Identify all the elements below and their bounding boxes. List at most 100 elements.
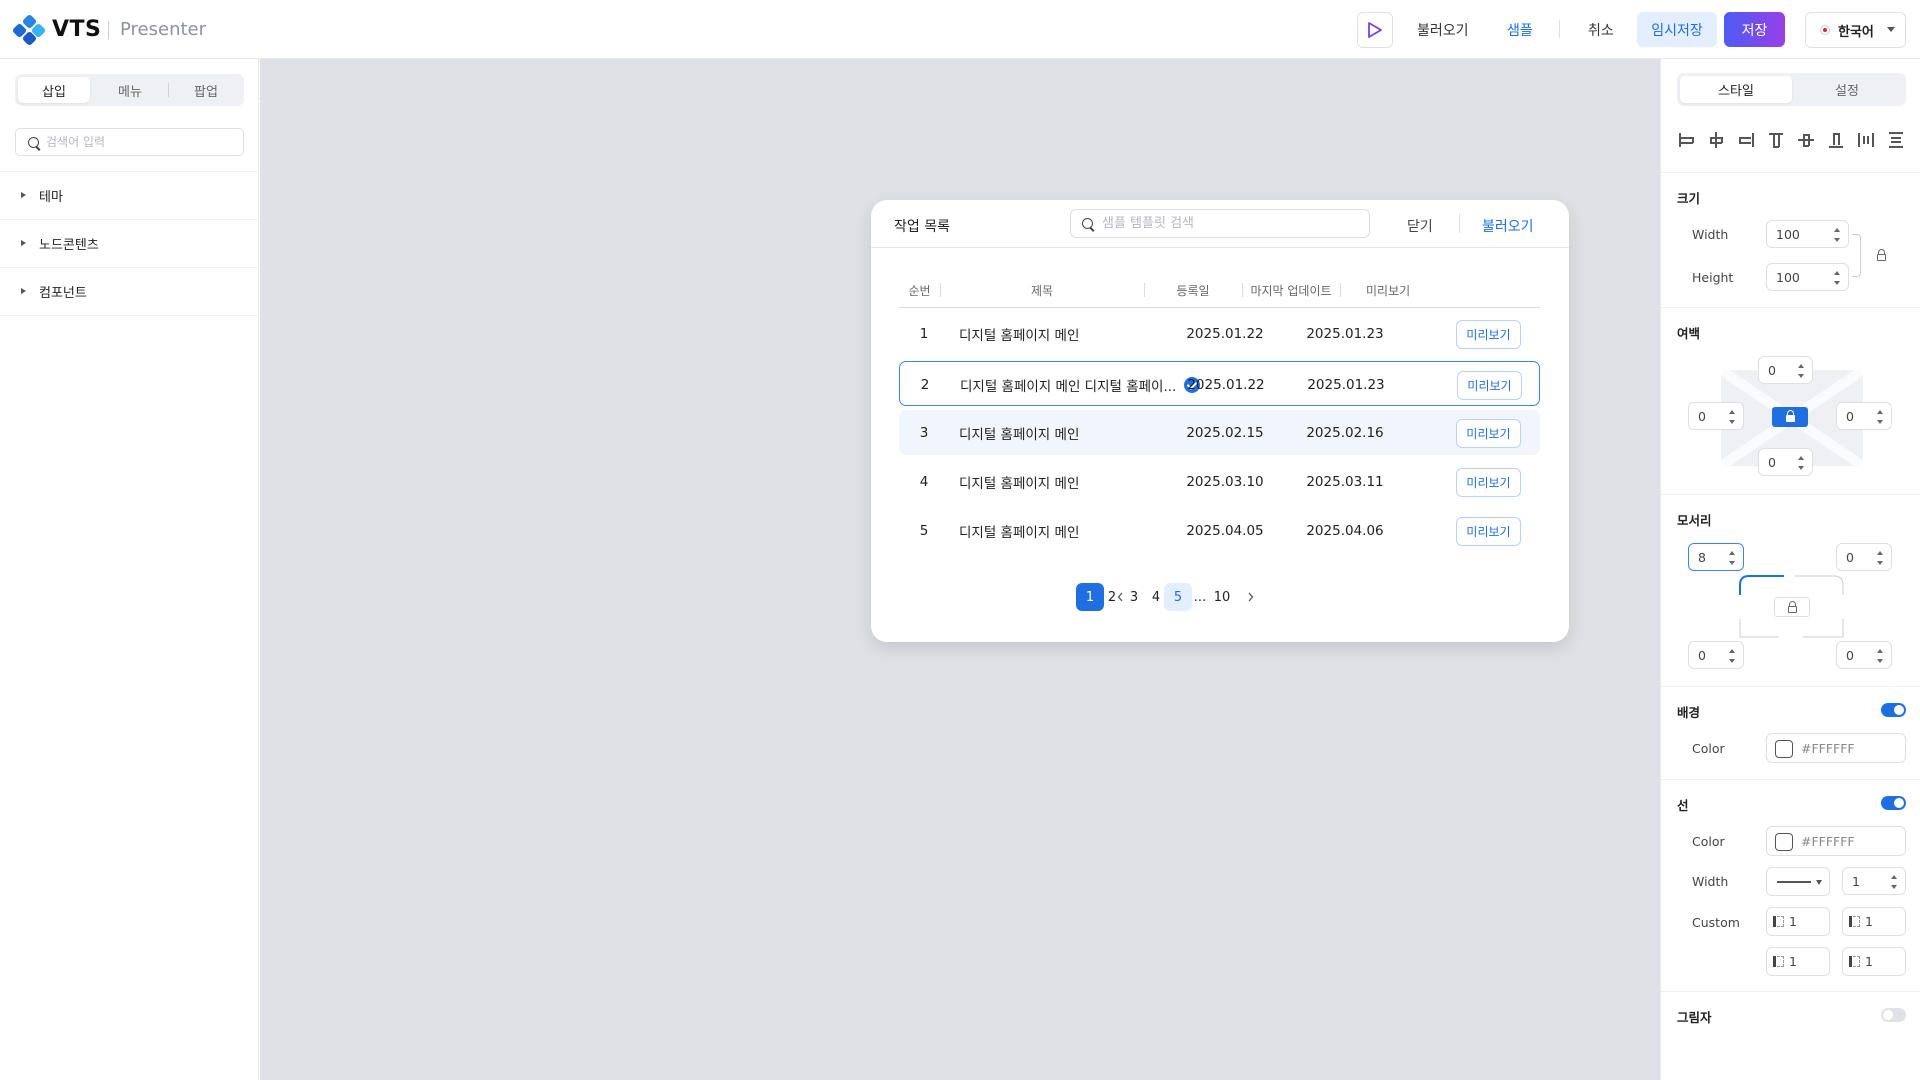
tree-item-component[interactable]: 컴포넌트 — [0, 268, 259, 315]
color-swatch[interactable] — [1775, 740, 1793, 758]
margin-top-value: 0 — [1768, 362, 1776, 378]
search-icon — [28, 137, 39, 148]
tree-item-label: 테마 — [39, 190, 63, 205]
width-input[interactable]: 100 — [1766, 220, 1849, 248]
table-row[interactable]: 1 디지털 홈페이지 메인 2025.01.22 2025.01.23 미리보기 — [899, 311, 1540, 356]
corner-top-left-input[interactable]: 8 — [1688, 543, 1744, 571]
stepper-icon[interactable] — [1877, 649, 1884, 663]
border-toggle[interactable] — [1881, 796, 1906, 810]
stepper-icon[interactable] — [1798, 364, 1805, 378]
table-row[interactable]: 5 디지털 홈페이지 메인 2025.04.05 2025.04.06 미리보기 — [899, 508, 1540, 553]
corner-bottom-left-input[interactable]: 0 — [1688, 641, 1744, 669]
stepper-icon[interactable] — [1729, 649, 1736, 663]
row-title: 디지털 홈페이지 메인 디지털 홈페이... — [960, 378, 1177, 395]
align-top-icon[interactable] — [1767, 131, 1785, 149]
distribute-horizontal-icon[interactable] — [1857, 131, 1875, 149]
preview-button[interactable]: 미리보기 — [1456, 517, 1521, 546]
margin-top-input[interactable]: 0 — [1758, 356, 1813, 384]
section-divider — [1661, 991, 1920, 992]
sample-link[interactable]: 샘플 — [1507, 20, 1533, 40]
play-preview-button[interactable] — [1357, 12, 1393, 48]
unlock-icon[interactable] — [1877, 249, 1886, 261]
modal-load-link[interactable]: 불러오기 — [1482, 216, 1534, 236]
stepper-icon[interactable] — [1891, 875, 1898, 889]
left-tab-group: 삽입 메뉴 팝업 — [15, 74, 244, 106]
temp-save-button[interactable]: 임시저장 — [1637, 12, 1717, 47]
preview-button[interactable]: 미리보기 — [1456, 419, 1521, 448]
border-right-input[interactable]: 1 — [1766, 947, 1830, 976]
table-row-selected[interactable]: 2 디지털 홈페이지 메인 디지털 홈페이... 2025.01.22 2025… — [899, 361, 1540, 406]
next-page-button[interactable] — [1236, 583, 1264, 611]
left-search-box — [15, 128, 244, 156]
load-link[interactable]: 불러오기 — [1417, 20, 1469, 40]
stepper-icon[interactable] — [1798, 456, 1805, 470]
corner-lock-button[interactable] — [1774, 597, 1810, 617]
background-color-field[interactable]: #FFFFFF — [1766, 733, 1906, 763]
border-width-input[interactable]: 1 — [1842, 867, 1906, 895]
page-button[interactable]: 10 — [1208, 583, 1236, 611]
border-section-title: 선 — [1677, 798, 1689, 813]
stepper-icon[interactable] — [1877, 551, 1884, 565]
modal-close-link[interactable]: 닫기 — [1407, 216, 1433, 236]
cancel-link[interactable]: 취소 — [1588, 20, 1614, 40]
tab-menu[interactable]: 메뉴 — [94, 77, 166, 103]
color-swatch[interactable] — [1775, 833, 1793, 851]
background-toggle[interactable] — [1881, 703, 1906, 717]
row-number: 1 — [919, 325, 929, 342]
corner-top-right-input[interactable]: 0 — [1836, 543, 1892, 571]
align-bottom-icon[interactable] — [1827, 131, 1845, 149]
corner-bottom-right-input[interactable]: 0 — [1836, 641, 1892, 669]
play-icon — [1368, 22, 1382, 38]
border-left-icon — [1773, 916, 1784, 927]
align-left-icon[interactable] — [1677, 131, 1695, 149]
margin-section-title: 여백 — [1677, 326, 1701, 341]
border-bottom-input[interactable]: 1 — [1842, 947, 1906, 976]
border-width-value: 1 — [1852, 873, 1860, 889]
lock-icon — [1786, 410, 1795, 422]
align-middle-vertical-icon[interactable] — [1797, 131, 1815, 149]
tab-popup[interactable]: 팝업 — [170, 77, 242, 103]
tab-style[interactable]: 스타일 — [1680, 76, 1792, 103]
margin-left-input[interactable]: 0 — [1688, 402, 1744, 430]
border-color-field[interactable]: #FFFFFF — [1766, 826, 1906, 856]
tab-insert[interactable]: 삽입 — [18, 77, 90, 103]
stepper-icon[interactable] — [1834, 271, 1841, 285]
margin-lock-button[interactable] — [1772, 407, 1808, 427]
tab-settings[interactable]: 설정 — [1791, 76, 1903, 103]
align-right-icon[interactable] — [1737, 131, 1755, 149]
stepper-icon[interactable] — [1834, 228, 1841, 242]
tree-item-theme[interactable]: 테마 — [0, 172, 259, 219]
table-row[interactable]: 4 디지털 홈페이지 메인 2025.03.10 2025.03.11 미리보기 — [899, 459, 1540, 504]
aspect-link-bracket — [1852, 234, 1861, 277]
stepper-icon[interactable] — [1729, 551, 1736, 565]
margin-right-input[interactable]: 0 — [1836, 402, 1892, 430]
left-search-input[interactable] — [46, 135, 226, 149]
language-select[interactable]: 한국어 — [1805, 12, 1906, 48]
section-divider — [1661, 307, 1920, 308]
table-row-hover[interactable]: 3 디지털 홈페이지 메인 2025.02.15 2025.02.16 미리보기 — [899, 410, 1540, 455]
modal-title: 작업 목록 — [894, 219, 950, 235]
brand-name: VTS — [52, 17, 102, 42]
distribute-vertical-icon[interactable] — [1887, 131, 1905, 149]
section-divider — [1661, 494, 1920, 495]
preview-button[interactable]: 미리보기 — [1456, 468, 1521, 497]
border-left-input[interactable]: 1 — [1766, 907, 1830, 936]
preview-button[interactable]: 미리보기 — [1456, 320, 1521, 349]
size-section-title: 크기 — [1677, 191, 1701, 206]
tree-item-node-content[interactable]: 노드콘텐츠 — [0, 220, 259, 267]
height-input[interactable]: 100 — [1766, 263, 1849, 291]
template-search-input[interactable] — [1102, 216, 1357, 231]
unlock-icon — [1788, 601, 1797, 613]
margin-bottom-input[interactable]: 0 — [1758, 448, 1813, 476]
save-button[interactable]: 저장 — [1724, 12, 1785, 47]
border-top-input[interactable]: 1 — [1842, 907, 1906, 936]
border-custom-label: Custom — [1692, 915, 1740, 930]
preview-button[interactable]: 미리보기 — [1457, 371, 1522, 400]
shadow-toggle[interactable] — [1881, 1008, 1906, 1022]
line-style-select[interactable] — [1766, 867, 1830, 896]
row-created-date: 2025.03.10 — [1186, 473, 1264, 490]
align-center-horizontal-icon[interactable] — [1707, 131, 1725, 149]
background-color-label: Color — [1692, 741, 1725, 756]
stepper-icon[interactable] — [1877, 410, 1884, 424]
stepper-icon[interactable] — [1729, 410, 1736, 424]
